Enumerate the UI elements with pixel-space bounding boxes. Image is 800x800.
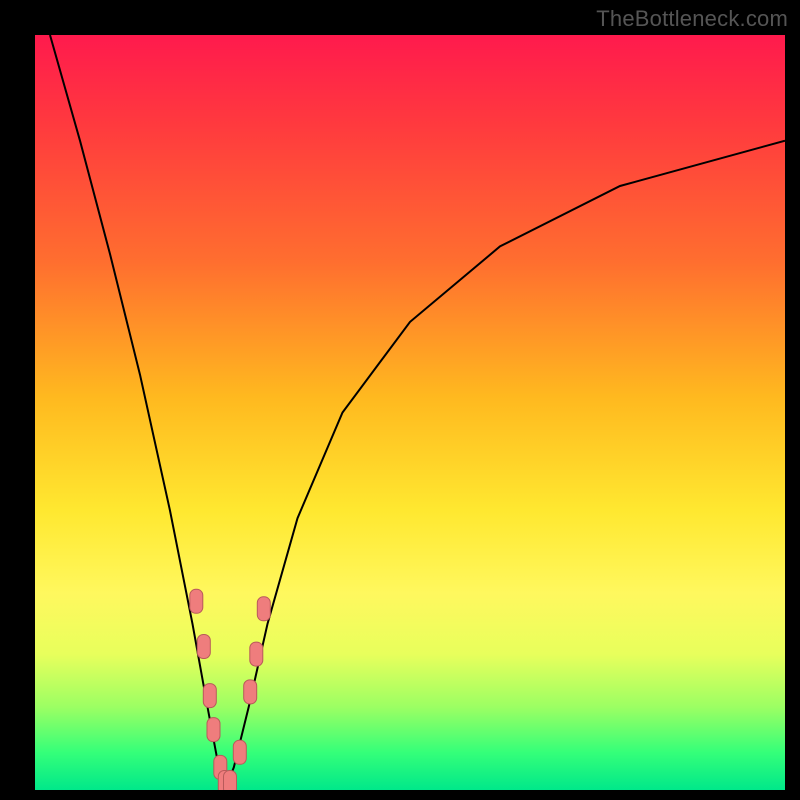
highlight-marker [250,642,263,666]
highlight-marker [244,680,257,704]
highlight-marker [190,589,203,613]
plot-area [35,35,785,790]
highlight-marker [233,740,246,764]
highlight-marker [207,718,220,742]
chart-svg [35,35,785,790]
highlight-marker [197,635,210,659]
watermark-text: TheBottleneck.com [596,6,788,32]
chart-frame: TheBottleneck.com [0,0,800,800]
marker-group [190,589,270,790]
highlight-marker [224,771,237,791]
bottleneck-curve [50,35,785,790]
highlight-marker [257,597,270,621]
highlight-marker [203,684,216,708]
